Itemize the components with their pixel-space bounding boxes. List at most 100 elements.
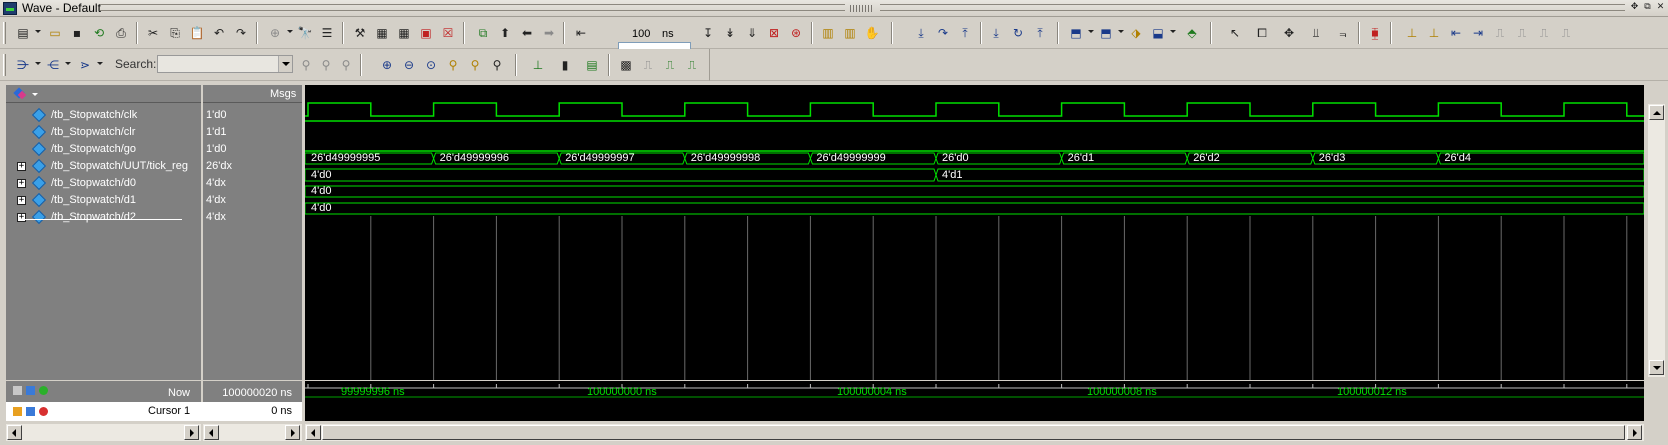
format-icon[interactable]: ☰: [319, 25, 335, 41]
edit-mode-icon[interactable]: ⫫: [1308, 25, 1324, 41]
search-input[interactable]: [157, 55, 293, 73]
signal-row[interactable]: + /tb_Stopwatch/d1: [6, 192, 201, 209]
undock-icon[interactable]: ⧉: [1642, 2, 1653, 13]
zoom-full-icon[interactable]: ⊙: [423, 57, 439, 73]
step-into-all-icon[interactable]: ⤓: [988, 25, 1004, 41]
scroll-down-icon[interactable]: [1649, 360, 1664, 375]
paste-icon[interactable]: 📋: [189, 25, 205, 41]
expand-icon[interactable]: +: [17, 179, 26, 188]
undo-icon[interactable]: ↶: [211, 25, 227, 41]
find-all-icon[interactable]: ⚲: [338, 57, 354, 73]
show-block-icon[interactable]: ▮: [557, 57, 573, 73]
search-forward-icon[interactable]: ⋲: [45, 57, 61, 73]
trace-dropdown-icon[interactable]: [1088, 30, 1094, 33]
zoom-last-icon[interactable]: ⚲: [467, 57, 483, 73]
step-out-all-icon[interactable]: ⤒: [1032, 25, 1048, 41]
new-file-icon[interactable]: ▤: [15, 25, 31, 41]
toolbar-grip[interactable]: [3, 22, 6, 44]
scroll-left-icon[interactable]: [204, 425, 219, 440]
hand-icon[interactable]: ✋: [864, 25, 880, 41]
next-edge-icon[interactable]: ⇥: [1470, 25, 1486, 41]
scroll-right-icon[interactable]: [1627, 425, 1642, 440]
select-pointer-icon[interactable]: ↖: [1227, 25, 1243, 41]
new-dropdown-icon[interactable]: [35, 30, 41, 33]
dock-icon[interactable]: ✥: [1629, 2, 1640, 13]
cursor-lock-closed-icon[interactable]: [13, 407, 22, 416]
back-arrow-icon[interactable]: ⬅: [519, 25, 535, 41]
vertical-scrollbar[interactable]: [1648, 104, 1665, 377]
timeline-panel[interactable]: 99999996 ns 100000000 ns 100000004 ns 10000…: [305, 381, 1644, 421]
run-length-icon[interactable]: ⇤: [573, 25, 589, 41]
add-wave-icon[interactable]: ⊕: [267, 25, 283, 41]
scroll-left-icon[interactable]: [7, 425, 22, 440]
step-into-icon[interactable]: ⤓: [913, 25, 929, 41]
trace-forward-icon[interactable]: ⬓: [1150, 25, 1166, 41]
wave-hscrollbar[interactable]: [305, 424, 1644, 441]
waveform-line-icon[interactable]: ⎍: [662, 57, 678, 73]
expand-icon[interactable]: +: [17, 162, 26, 171]
signal-row[interactable]: + /tb_Stopwatch/d0: [6, 175, 201, 192]
restart-icon[interactable]: ⧉: [475, 25, 491, 41]
trace-forward-dropdown-icon[interactable]: [1170, 30, 1176, 33]
end-simulation-icon[interactable]: ☒: [440, 25, 456, 41]
copy-icon[interactable]: ⎘: [167, 25, 183, 41]
signal-row[interactable]: /tb_Stopwatch/clr: [6, 124, 201, 141]
scroll-left-icon[interactable]: [306, 425, 321, 440]
trace-icon[interactable]: ⬒: [1068, 25, 1084, 41]
zoom-box-icon[interactable]: ⧠: [1254, 25, 1270, 41]
zoom-in-icon[interactable]: ⊕: [379, 57, 395, 73]
search-backward-icon[interactable]: ⋺: [15, 57, 31, 73]
signal-row[interactable]: + /tb_Stopwatch/d2: [6, 209, 201, 226]
name-hscrollbar[interactable]: [6, 424, 201, 441]
search-options-dropdown-icon[interactable]: [97, 62, 103, 65]
insert-cursor-icon[interactable]: ⧯: [1367, 25, 1383, 41]
redo-icon[interactable]: ↷: [233, 25, 249, 41]
value-hscrollbar[interactable]: [203, 424, 302, 441]
close-icon[interactable]: ✕: [1655, 2, 1666, 13]
compile-all-icon[interactable]: ▦: [374, 25, 390, 41]
signal-row[interactable]: + /tb_Stopwatch/UUT/tick_reg: [6, 158, 201, 175]
zoom-cursor-icon[interactable]: ⚲: [445, 57, 461, 73]
search-backward-dropdown-icon[interactable]: [35, 62, 41, 65]
cursor-config-icon[interactable]: [13, 386, 22, 395]
up-arrow-icon[interactable]: ⬆: [497, 25, 513, 41]
waveform-edge-icon[interactable]: ⎍: [684, 57, 700, 73]
find-prev-icon[interactable]: ⚲: [318, 57, 334, 73]
toolbar-grip[interactable]: [3, 54, 6, 76]
print-icon[interactable]: ⎙: [113, 25, 129, 41]
window-drag-grip[interactable]: [850, 5, 874, 12]
find-icon[interactable]: 🔭: [297, 25, 313, 41]
prev-falling-icon[interactable]: ⎍: [1536, 25, 1552, 41]
expand-time-icon[interactable]: ⫬: [1335, 25, 1351, 41]
previous-edge-icon[interactable]: ⇤: [1448, 25, 1464, 41]
trace-back-icon[interactable]: ⬒: [1098, 25, 1114, 41]
expand-icon[interactable]: +: [17, 213, 26, 222]
cursor-edit-icon[interactable]: [26, 407, 35, 416]
run-icon[interactable]: ↧: [700, 25, 716, 41]
find-next-icon[interactable]: ⚲: [298, 57, 314, 73]
trace-all-icon[interactable]: ⬗: [1128, 25, 1144, 41]
cursor-lock-icon[interactable]: [26, 386, 35, 395]
break-icon[interactable]: ▣: [418, 25, 434, 41]
wave-add-icon[interactable]: [13, 87, 27, 101]
search-forward-dropdown-icon[interactable]: [65, 62, 71, 65]
continue-icon[interactable]: ↡: [722, 25, 738, 41]
zoom-range-icon[interactable]: ⚲: [489, 57, 505, 73]
wave-add-dropdown-icon[interactable]: [32, 93, 38, 96]
search-options-icon[interactable]: ⋗: [77, 57, 93, 73]
show-grid-icon[interactable]: ▤: [584, 57, 600, 73]
add-cursor-icon[interactable]: [39, 386, 48, 395]
add-dropdown-icon[interactable]: [287, 30, 293, 33]
reload-icon[interactable]: ⟲: [91, 25, 107, 41]
signal-row[interactable]: /tb_Stopwatch/clk: [6, 107, 201, 124]
wave-format-icon[interactable]: ▥: [842, 25, 858, 41]
prev-transition-icon[interactable]: ⎍: [1492, 25, 1508, 41]
next-falling-icon[interactable]: ⎍: [1558, 25, 1574, 41]
open-folder-icon[interactable]: ▭: [47, 25, 63, 41]
delete-cursor-icon[interactable]: [39, 407, 48, 416]
step-over-all-icon[interactable]: ↻: [1010, 25, 1026, 41]
next-transition-icon[interactable]: ⎍: [1514, 25, 1530, 41]
step-out-icon[interactable]: ⤒: [957, 25, 973, 41]
step-over-icon[interactable]: ↷: [935, 25, 951, 41]
run-all-icon[interactable]: ⇓: [744, 25, 760, 41]
